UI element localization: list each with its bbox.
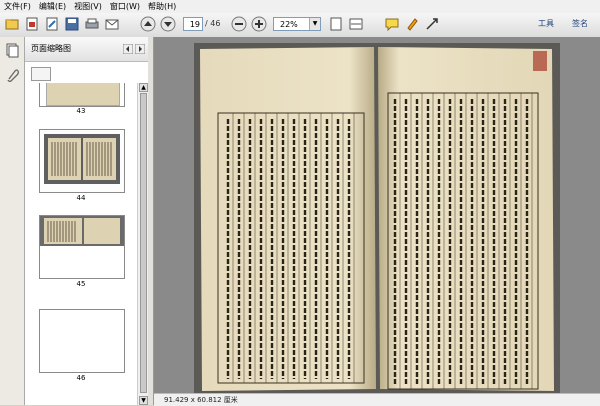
- edit-icon[interactable]: [44, 16, 60, 32]
- book-thumbnail-icon: [44, 134, 120, 184]
- panel-header: 页面缩略图: [25, 37, 148, 62]
- status-bar: 91.429 x 60.812 厘米: [154, 393, 600, 406]
- menu-edit[interactable]: 编辑(E): [35, 0, 70, 13]
- scroll-thumb[interactable]: [140, 93, 147, 393]
- page-thumbnails-icon[interactable]: [4, 43, 20, 59]
- panel-options-button[interactable]: [31, 67, 51, 81]
- previous-page-icon[interactable]: [140, 16, 156, 32]
- menu-file[interactable]: 文件(F): [0, 0, 35, 13]
- thumbnail-label: 46: [76, 374, 86, 382]
- scanned-book-page: [194, 43, 560, 393]
- page-total: / 46: [205, 19, 221, 28]
- thumbnail-label: 45: [76, 280, 86, 288]
- thumbnail-page-43[interactable]: [39, 83, 125, 107]
- book-thumbnail-icon: [40, 216, 124, 278]
- comment-icon[interactable]: [384, 16, 400, 32]
- zoom-value: 22%: [280, 20, 298, 29]
- thumbnails-panel: 页面缩略图 43 44 45 46 ▲ ▼: [25, 37, 149, 405]
- thumbnail-page-44[interactable]: [39, 129, 125, 193]
- panel-close-icon[interactable]: [135, 44, 145, 54]
- page-dimensions: 91.429 x 60.812 厘米: [164, 396, 238, 404]
- menu-view[interactable]: 视图(V): [70, 0, 106, 13]
- fit-width-icon[interactable]: [348, 16, 364, 32]
- thumbnail-page-46[interactable]: [39, 309, 125, 373]
- expand-icon[interactable]: [424, 16, 440, 32]
- email-icon[interactable]: [104, 16, 120, 32]
- print-icon[interactable]: [84, 16, 100, 32]
- menu-bar: 文件(F) 编辑(E) 视图(V) 窗口(W) 帮助(H): [0, 0, 600, 13]
- toolbar: 19 / 46 22% ▼ 工具 签名: [0, 13, 600, 38]
- open-file-icon[interactable]: [4, 16, 20, 32]
- scroll-up-arrow[interactable]: ▲: [139, 83, 148, 92]
- panel-collapse-icon[interactable]: [123, 44, 133, 54]
- zoom-in-icon[interactable]: [251, 16, 267, 32]
- thumbnail-label: 44: [76, 194, 86, 202]
- thumbnail-page-45[interactable]: [39, 215, 125, 279]
- chevron-down-icon: ▼: [309, 18, 320, 30]
- thumbnail-label: 43: [76, 107, 86, 115]
- page-number-input[interactable]: 19: [183, 17, 203, 31]
- highlight-icon[interactable]: [404, 16, 420, 32]
- document-view[interactable]: [154, 37, 600, 393]
- zoom-out-icon[interactable]: [231, 16, 247, 32]
- scroll-down-arrow[interactable]: ▼: [139, 396, 148, 405]
- tools-button[interactable]: 工具: [538, 17, 554, 31]
- thumbnail-list: 43 44 45 46: [25, 83, 137, 405]
- fit-page-icon[interactable]: [328, 16, 344, 32]
- menu-help[interactable]: 帮助(H): [144, 0, 180, 13]
- create-pdf-icon[interactable]: [24, 16, 40, 32]
- sign-button[interactable]: 签名: [572, 17, 588, 31]
- save-icon[interactable]: [64, 16, 80, 32]
- menu-window[interactable]: 窗口(W): [106, 0, 144, 13]
- next-page-icon[interactable]: [160, 16, 176, 32]
- attachment-icon[interactable]: [4, 67, 20, 83]
- zoom-select[interactable]: 22% ▼: [273, 17, 321, 31]
- navigation-strip: [0, 37, 25, 405]
- panel-title: 页面缩略图: [31, 44, 71, 53]
